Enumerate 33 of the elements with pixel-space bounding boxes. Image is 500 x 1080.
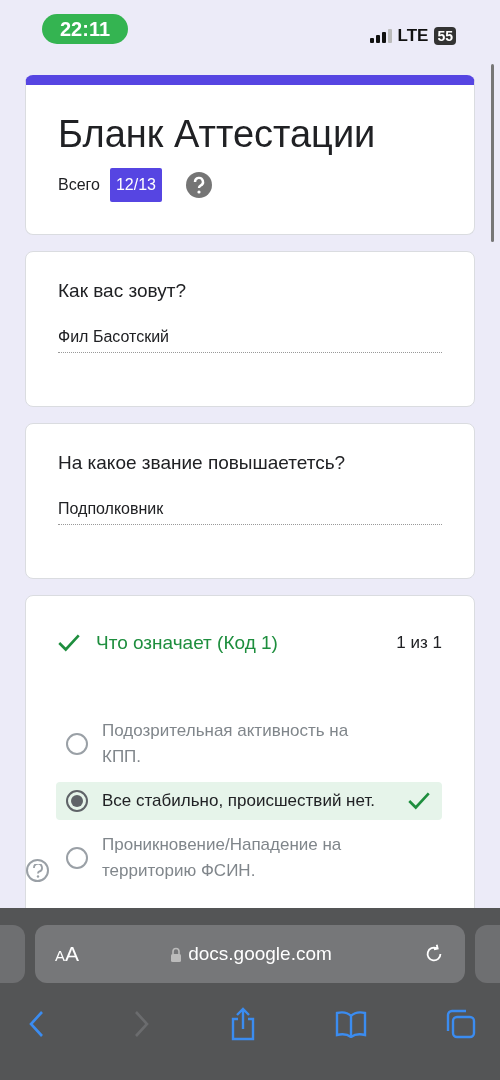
option-label: Все стабильно, происшествий нет. <box>102 790 376 812</box>
lock-icon <box>170 946 183 962</box>
url-text: docs.google.com <box>188 943 332 965</box>
address-bar[interactable]: AA docs.google.com <box>35 925 465 983</box>
answer-field[interactable]: Фил Басотский <box>58 328 442 353</box>
bookmarks-button[interactable] <box>334 1010 367 1038</box>
total-label: Всего <box>58 176 100 194</box>
signal-icon <box>369 29 392 43</box>
score-badge: 12/13 <box>109 168 162 202</box>
question-text: Как вас зовут? <box>58 280 187 302</box>
answer-option[interactable]: Проникновение/Нападение на территорию ФСИН. <box>56 826 442 890</box>
answer-field[interactable]: Подполковник <box>58 500 442 525</box>
tab-preview[interactable] <box>0 925 25 983</box>
radio-button[interactable] <box>66 733 88 755</box>
option-label: Подозрительная активность на КПП. <box>102 720 350 768</box>
answer-option[interactable]: Подозрительная активность на КПП. <box>56 712 442 776</box>
question-text: На какое звание повышаететсь? <box>58 452 347 474</box>
share-button[interactable] <box>229 1007 257 1041</box>
network-label: LTE <box>397 26 429 46</box>
text-size-button[interactable]: AA <box>55 942 80 966</box>
help-icon[interactable] <box>26 859 49 882</box>
tabs-button[interactable] <box>444 1009 476 1039</box>
question-text: Что означает (Код 1) <box>96 632 279 654</box>
help-icon[interactable] <box>186 172 212 198</box>
form-title: Бланк Аттестации <box>58 113 377 156</box>
battery-indicator: 55 <box>434 27 456 45</box>
radio-button[interactable] <box>66 847 88 869</box>
tab-preview[interactable] <box>475 925 500 983</box>
status-time: 22:11 <box>42 14 128 44</box>
radio-button[interactable] <box>66 790 88 812</box>
option-label: Проникновение/Нападение на территорию ФСИН. <box>102 834 343 882</box>
points-text: 1 из 1 <box>396 633 442 653</box>
answer-option[interactable]: Все стабильно, происшествий нет. <box>56 782 442 820</box>
